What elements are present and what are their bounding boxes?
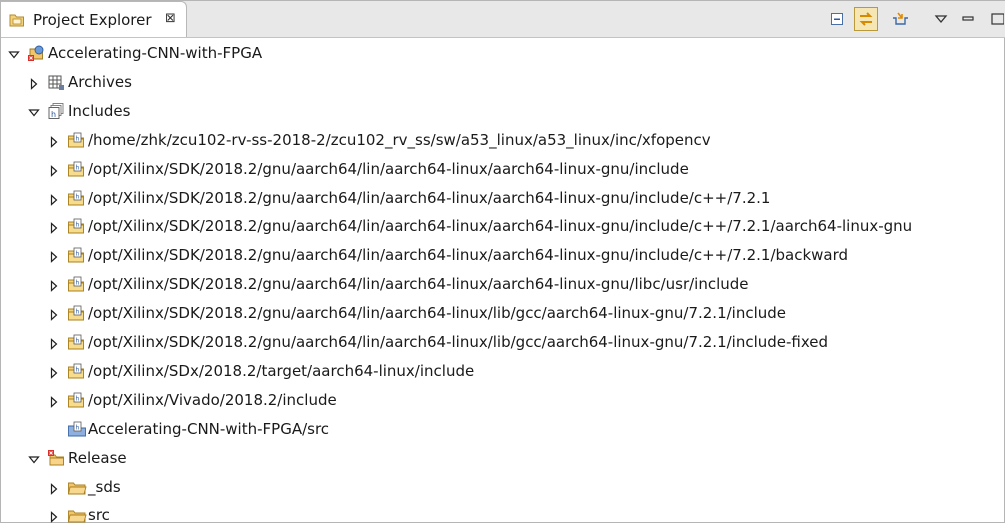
tree-item[interactable]: h/opt/Xilinx/SDK/2018.2/gnu/aarch64/lin/… [1, 184, 1005, 213]
svg-text:h: h [76, 193, 80, 200]
tree-item-label: /home/zhk/zcu102-rv-ss-2018-2/zcu102_rv_… [88, 130, 711, 149]
minimize-button[interactable] [956, 7, 980, 31]
collapsed-twisty-icon[interactable] [28, 76, 40, 90]
tree-item[interactable]: h/opt/Xilinx/SDK/2018.2/gnu/aarch64/lin/… [1, 212, 1005, 241]
maximize-button[interactable] [985, 7, 1005, 31]
tree-item-label: /opt/Xilinx/Vivado/2018.2/include [88, 390, 337, 409]
tree-item-label: /opt/Xilinx/SDK/2018.2/gnu/aarch64/lin/a… [88, 159, 689, 178]
collapsed-twisty-icon[interactable] [48, 278, 60, 293]
tree-item-label: Accelerating-CNN-with-FPGA/src [88, 419, 330, 438]
svg-text:h: h [76, 251, 80, 258]
folder-icon [67, 506, 87, 524]
svg-text:h: h [76, 424, 80, 431]
svg-text:h: h [76, 366, 80, 373]
expanded-twisty-icon[interactable] [28, 105, 40, 117]
svg-text:h: h [76, 309, 80, 316]
maximize-icon [991, 13, 1004, 25]
expanded-twisty-icon[interactable] [28, 452, 40, 464]
tree-item[interactable]: h/home/zhk/zcu102-rv-ss-2018-2/zcu102_rv… [1, 126, 1005, 155]
view-menu-icon [934, 15, 948, 24]
tree-item-label: Includes [68, 101, 131, 120]
collapsed-twisty-icon[interactable] [48, 336, 60, 350]
link-with-editor-button[interactable] [854, 7, 878, 31]
focus-icon [893, 12, 908, 25]
focus-button[interactable] [888, 7, 912, 31]
link-with-editor-icon [859, 12, 873, 26]
include-folder-icon: h [67, 131, 85, 149]
view-menu-button[interactable] [929, 7, 953, 31]
collapsed-twisty-icon[interactable] [48, 249, 60, 264]
tree-item[interactable]: h/opt/Xilinx/SDK/2018.2/gnu/aarch64/lin/… [1, 328, 1005, 357]
tree-item[interactable]: h/opt/Xilinx/SDx/2018.2/target/aarch64-l… [1, 357, 1005, 386]
collapsed-twisty-icon[interactable] [48, 134, 60, 148]
include-folder-icon: h [67, 391, 85, 409]
tree-item[interactable]: h/opt/Xilinx/Vivado/2018.2/include [1, 386, 1005, 415]
tree-item-label: /opt/Xilinx/SDK/2018.2/gnu/aarch64/lin/a… [88, 275, 749, 294]
tree-item-label: /opt/Xilinx/SDK/2018.2/gnu/aarch64/lin/a… [88, 246, 849, 265]
tree-item[interactable]: h/opt/Xilinx/SDK/2018.2/gnu/aarch64/lin/… [1, 299, 1005, 328]
release-folder-error-icon [47, 449, 65, 467]
include-folder-icon: h [67, 160, 85, 178]
include-folder-icon: h [67, 217, 85, 235]
tree-item[interactable]: h/opt/Xilinx/SDK/2018.2/gnu/aarch64/lin/… [1, 270, 1005, 299]
include-folder-icon: h [67, 362, 85, 380]
collapsed-twisty-icon[interactable] [48, 192, 60, 206]
tree-item[interactable]: h/opt/Xilinx/SDK/2018.2/gnu/aarch64/lin/… [1, 241, 1005, 270]
tree-item-label: /opt/Xilinx/SDK/2018.2/gnu/aarch64/lin/a… [88, 333, 829, 351]
svg-text:h: h [76, 395, 80, 402]
include-folder-icon: h [67, 189, 85, 207]
tree-item-label: Accelerating-CNN-with-FPGA [48, 44, 263, 62]
collapsed-twisty-icon[interactable] [48, 163, 60, 177]
svg-text:h: h [51, 110, 56, 119]
tree-item[interactable]: h Accelerating-CNN-with-FPGA/src [1, 415, 1005, 444]
collapsed-twisty-icon[interactable] [48, 220, 60, 235]
tab-title: Project Explorer [33, 11, 152, 29]
project-explorer-view: Project Explorer ⊠ Accelerating-CNN-with… [0, 0, 1005, 524]
view-toolbar: Project Explorer ⊠ [1, 1, 1005, 38]
include-folder-icon: h [67, 275, 85, 293]
svg-text:h: h [76, 338, 80, 345]
minimize-icon [962, 16, 974, 21]
collapsed-twisty-icon[interactable] [48, 509, 60, 524]
includes-icon: h [47, 102, 65, 120]
include-source-icon: h [67, 420, 86, 438]
tree-item[interactable]: _sds [1, 473, 1005, 502]
tree-item[interactable]: Accelerating-CNN-with-FPGA [1, 39, 1005, 68]
collapsed-twisty-icon[interactable] [48, 365, 60, 379]
tree-item[interactable]: h Includes [1, 97, 1005, 126]
tree-item[interactable]: src [1, 501, 1005, 524]
tree-item-label: /opt/Xilinx/SDx/2018.2/target/aarch64-li… [88, 361, 475, 380]
tree-item-label: _sds [88, 477, 121, 496]
include-folder-icon: h [67, 246, 85, 264]
project-tree[interactable]: Accelerating-CNN-with-FPGA Archives h Inclu… [1, 39, 1005, 524]
expanded-twisty-icon[interactable] [8, 47, 20, 59]
collapsed-twisty-icon[interactable] [48, 394, 60, 408]
folder-icon [67, 478, 87, 496]
collapsed-twisty-icon[interactable] [48, 307, 60, 321]
project-error-icon [27, 44, 45, 62]
project-explorer-icon [8, 11, 26, 29]
tree-item[interactable]: Release [1, 444, 1005, 473]
close-icon[interactable]: ⊠ [165, 11, 176, 26]
collapse-all-button[interactable] [825, 7, 849, 31]
tree-item[interactable]: h/opt/Xilinx/SDK/2018.2/gnu/aarch64/lin/… [1, 155, 1005, 184]
include-folder-icon: h [67, 304, 85, 322]
tree-item-label: Archives [68, 72, 132, 91]
svg-text:h: h [76, 164, 80, 171]
tree-item[interactable]: Archives [1, 68, 1005, 97]
include-folder-icon: h [67, 333, 85, 351]
tree-item-label: Release [68, 448, 127, 467]
tab-project-explorer[interactable]: Project Explorer ⊠ [1, 1, 187, 37]
tree-item-label: src [88, 506, 110, 524]
svg-text:h: h [76, 135, 80, 142]
tree-item-label: /opt/Xilinx/SDK/2018.2/gnu/aarch64/lin/a… [88, 217, 913, 236]
archives-icon [47, 73, 65, 91]
tree-item-label: /opt/Xilinx/SDK/2018.2/gnu/aarch64/lin/a… [88, 304, 787, 323]
svg-text:h: h [76, 280, 80, 287]
collapsed-twisty-icon[interactable] [48, 481, 60, 495]
svg-text:h: h [76, 222, 80, 229]
collapse-all-icon [831, 13, 843, 25]
tree-item-label: /opt/Xilinx/SDK/2018.2/gnu/aarch64/lin/a… [88, 188, 771, 207]
